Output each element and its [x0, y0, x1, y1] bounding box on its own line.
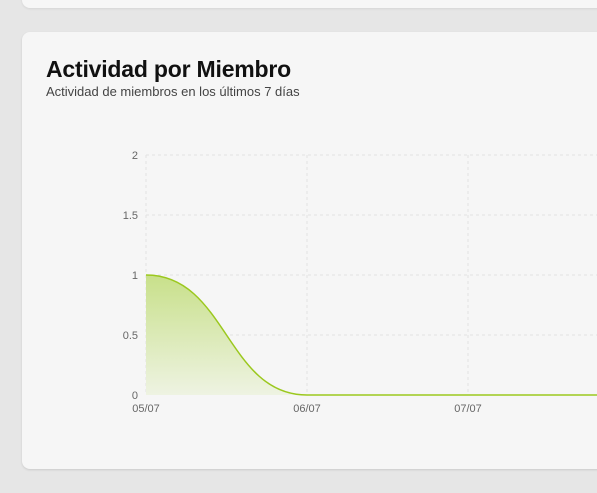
y-tick-label: 1.5	[123, 210, 138, 222]
y-tick-label: 0	[132, 390, 138, 402]
x-tick-label: 07/07	[454, 403, 482, 415]
y-tick-label: 2	[132, 150, 138, 162]
x-tick-label: 06/07	[293, 403, 321, 415]
y-tick-label: 0.5	[123, 330, 138, 342]
area-fill	[146, 275, 597, 396]
y-axis: 0 0.5 1 1.5 2	[123, 150, 138, 402]
activity-area-chart: 0 0.5 1 1.5 2 05/07 06/07 07/07	[123, 150, 597, 415]
chart-series	[145, 274, 597, 396]
x-axis: 05/07 06/07 07/07	[132, 403, 482, 415]
x-tick-label: 05/07	[132, 403, 160, 415]
y-tick-label: 1	[132, 270, 138, 282]
